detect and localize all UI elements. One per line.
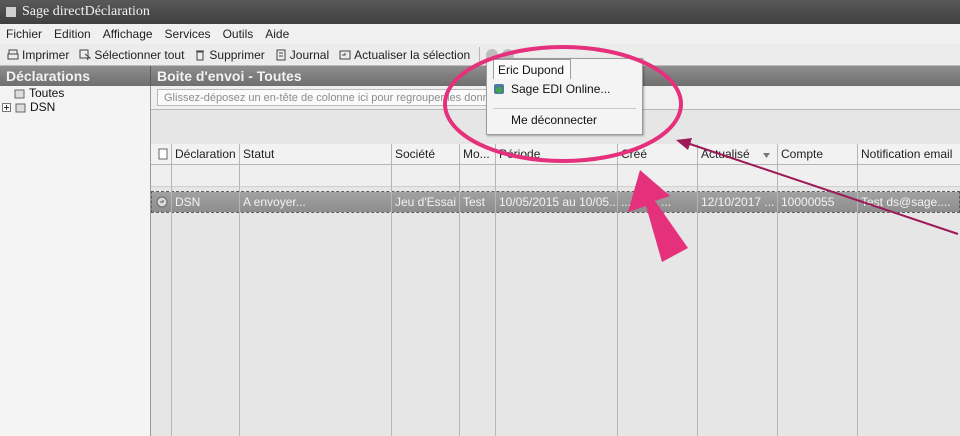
annotation-ellipse	[443, 45, 683, 163]
annotation-arrow-pink	[628, 170, 688, 262]
annotation-overlay	[443, 45, 959, 262]
annotation-arrow-line	[683, 141, 959, 235]
annotation-arrow-head	[676, 138, 692, 150]
